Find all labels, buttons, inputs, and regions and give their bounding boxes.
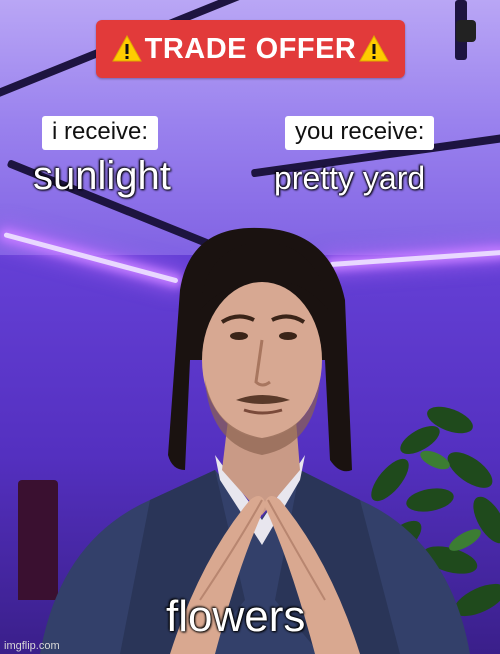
man-in-suit [40,227,470,654]
warning-icon [359,35,390,62]
bottom-caption: flowers [166,592,306,641]
meme-canvas: TRADE OFFER i receive: you receive: sunl… [0,0,500,654]
watermark: imgflip.com [4,640,60,652]
trade-offer-banner: TRADE OFFER [96,20,405,78]
you-receive-caption: pretty yard [274,160,426,196]
banner-title: TRADE OFFER [144,32,357,65]
you-receive-label: you receive: [285,116,435,150]
i-receive-label: i receive: [42,116,159,150]
warning-icon [111,35,142,62]
i-receive-caption: sunlight [33,154,171,198]
